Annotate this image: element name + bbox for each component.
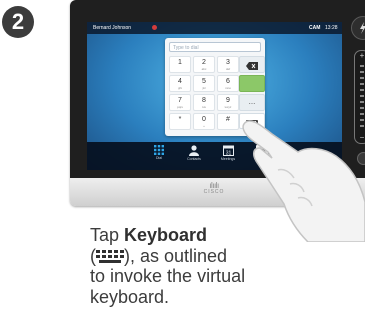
- microphone-icon: [360, 22, 365, 34]
- call-button[interactable]: [239, 75, 265, 92]
- instruction-line4: keyboard.: [90, 286, 170, 307]
- tray-dial-label: Dial: [155, 156, 163, 160]
- dial-key-star[interactable]: *: [169, 113, 191, 130]
- instruction-line3: to invoke the virtual: [90, 266, 246, 286]
- instruction-keyword: Keyboard: [124, 225, 208, 245]
- tray-contacts-button[interactable]: Contacts: [180, 145, 208, 162]
- dial-key-hash[interactable]: #: [217, 113, 239, 130]
- camera-label[interactable]: CAM: [309, 22, 320, 34]
- user-name[interactable]: Bernard Johnson: [93, 22, 131, 34]
- dial-key-9[interactable]: 9 wxyz: [217, 94, 239, 111]
- dial-input[interactable]: Type to dial: [169, 42, 261, 52]
- cisco-logo-wave: ılıılı: [209, 181, 219, 190]
- cisco-logo-text: CISCO: [203, 189, 225, 195]
- backspace-icon: [246, 62, 258, 70]
- dial-key-7[interactable]: 7 pqrs: [169, 94, 191, 111]
- keyboard-icon: [96, 249, 124, 263]
- tray-contacts-label: Contacts: [187, 157, 201, 161]
- instruction-prefix: Tap: [90, 225, 125, 245]
- dial-key-6[interactable]: 6 mno: [217, 75, 239, 92]
- dial-key-1[interactable]: 1: [169, 56, 191, 73]
- instruction-text: Tap Keyboard (), as outlined to invoke t…: [90, 225, 310, 307]
- dial-key-4[interactable]: 4 ghi: [169, 75, 191, 92]
- mute-button[interactable]: [351, 16, 365, 40]
- tray-dial-button[interactable]: Dial: [145, 145, 173, 161]
- hand-pointer-icon: [242, 120, 365, 242]
- dial-key-2[interactable]: 2 abc: [193, 56, 215, 73]
- backspace-button[interactable]: [239, 56, 265, 73]
- instruction-paren-close: ), as outlined: [124, 245, 228, 266]
- dial-key-8[interactable]: 8 tuv: [193, 94, 215, 111]
- contacts-icon: [189, 145, 199, 156]
- dial-key-5[interactable]: 5 jkl: [193, 75, 215, 92]
- dial-key-3[interactable]: 3 def: [217, 56, 239, 73]
- clock: 13:28: [325, 25, 338, 31]
- status-bar: Bernard Johnson CAM 13:28: [87, 22, 342, 34]
- dial-key-0[interactable]: 0 +: [193, 113, 215, 130]
- dial-icon: [154, 145, 164, 155]
- step-number-badge: 2: [2, 6, 34, 38]
- more-button[interactable]: ...: [239, 94, 265, 111]
- calendar-icon: 31: [222, 145, 234, 156]
- volume-plus-icon[interactable]: +: [358, 51, 365, 60]
- cisco-logo: ılıılı CISCO: [194, 182, 234, 196]
- status-indicator-icon: [152, 25, 157, 30]
